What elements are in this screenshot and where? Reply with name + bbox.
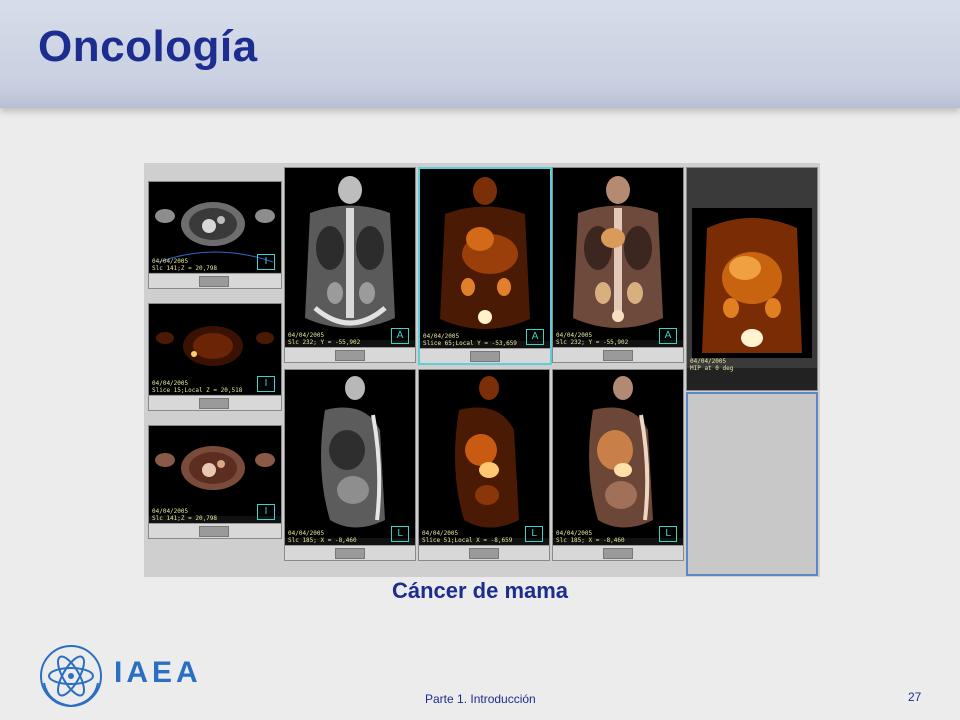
highlight-box	[686, 392, 818, 576]
orientation-tag: A	[526, 329, 544, 345]
orientation-tag: I	[257, 504, 275, 520]
scroll-thumb[interactable]	[603, 350, 633, 361]
scroll-thumb[interactable]	[335, 548, 365, 559]
slice-scrollbar[interactable]	[149, 273, 281, 288]
coronal-fused-image	[553, 168, 683, 340]
pane-caption: 04/04/2005 Slc 141;Z = 20,798	[152, 508, 218, 522]
page-number: 27	[908, 690, 922, 704]
footer-text: Parte 1. Introducción	[425, 692, 536, 706]
sagittal-fused-pane[interactable]: 04/04/2005 Slc 185; X = -8,460 L	[552, 369, 684, 561]
image-caption: Cáncer de mama	[391, 578, 569, 603]
slide-header: Oncología	[0, 0, 960, 108]
sagittal-ct-pane[interactable]: 04/04/2005 Slc 185; X = -8,460 L	[284, 369, 416, 561]
slide-title: Oncología	[38, 22, 258, 71]
scroll-thumb[interactable]	[199, 276, 229, 287]
pane-caption: 04/04/2005 Slice 65;Local Y = -53,659	[423, 333, 517, 347]
scroll-thumb[interactable]	[199, 526, 229, 537]
coronal-fused-pane[interactable]: 04/04/2005 Slc 232; Y = -55,902 A	[552, 167, 684, 363]
pane-caption: 04/04/2005 Slc 185; X = -8,460	[288, 530, 357, 544]
coronal-ct-image	[285, 168, 415, 340]
pane-caption: 04/04/2005 Slc 232; Y = -55,902	[556, 332, 629, 346]
orientation-tag: I	[257, 254, 275, 270]
scroll-thumb[interactable]	[603, 548, 633, 559]
sagittal-pet-pane[interactable]: 04/04/2005 Slice 51;Local X = -8,659 L	[418, 369, 550, 561]
iaea-emblem-icon	[40, 645, 102, 707]
mip-image	[687, 168, 817, 368]
slice-scrollbar[interactable]	[420, 348, 550, 363]
scroll-thumb[interactable]	[469, 548, 499, 559]
slice-scrollbar[interactable]	[553, 347, 683, 362]
pane-caption: 04/04/2005 Slice 15;Local Z = 20,518	[152, 380, 243, 394]
sagittal-pet-image	[419, 370, 549, 538]
sagittal-fused-image	[553, 370, 683, 538]
pane-caption: 04/04/2005 Slice 51;Local X = -8,659	[422, 530, 513, 544]
mip-pane[interactable]: 04/04/2005 MIP at 0 deg	[686, 167, 818, 391]
orientation-tag: L	[391, 526, 409, 542]
pane-caption: 04/04/2005 Slc 185; X = -8,460	[556, 530, 625, 544]
pane-caption: 04/04/2005 Slc 232; Y = -55,902	[288, 332, 361, 346]
axial-ct-pane[interactable]: 04/04/2005 Slc 141;Z = 20,798 I	[148, 181, 282, 289]
slice-scrollbar[interactable]	[149, 523, 281, 538]
scroll-thumb[interactable]	[470, 351, 500, 362]
axial-fused-image	[149, 426, 281, 516]
coronal-ct-pane[interactable]: 04/04/2005 Slc 232; Y = -55,902 A	[284, 167, 416, 363]
orientation-tag: A	[391, 328, 409, 344]
coronal-pet-image	[420, 169, 550, 341]
coronal-pet-pane[interactable]: 04/04/2005 Slice 65;Local Y = -53,659 A	[418, 167, 552, 365]
scroll-thumb[interactable]	[335, 350, 365, 361]
orientation-tag: L	[659, 526, 677, 542]
sagittal-ct-image	[285, 370, 415, 538]
slice-scrollbar[interactable]	[285, 347, 415, 362]
scroll-thumb[interactable]	[199, 398, 229, 409]
pane-caption: 04/04/2005 MIP at 0 deg	[690, 358, 734, 372]
slice-scrollbar[interactable]	[419, 545, 549, 560]
orientation-tag: L	[525, 526, 543, 542]
iaea-logo-text: IAEA	[114, 656, 202, 689]
axial-fused-pane[interactable]: 04/04/2005 Slc 141;Z = 20,798 I	[148, 425, 282, 539]
axial-pet-pane[interactable]: 04/04/2005 Slice 15;Local Z = 20,518 I	[148, 303, 282, 411]
orientation-tag: I	[257, 376, 275, 392]
slice-scrollbar[interactable]	[553, 545, 683, 560]
orientation-tag: A	[659, 328, 677, 344]
slice-scrollbar[interactable]	[149, 395, 281, 410]
pane-caption: 04/04/2005 Slc 141;Z = 20,798	[152, 258, 218, 272]
slice-scrollbar[interactable]	[285, 545, 415, 560]
